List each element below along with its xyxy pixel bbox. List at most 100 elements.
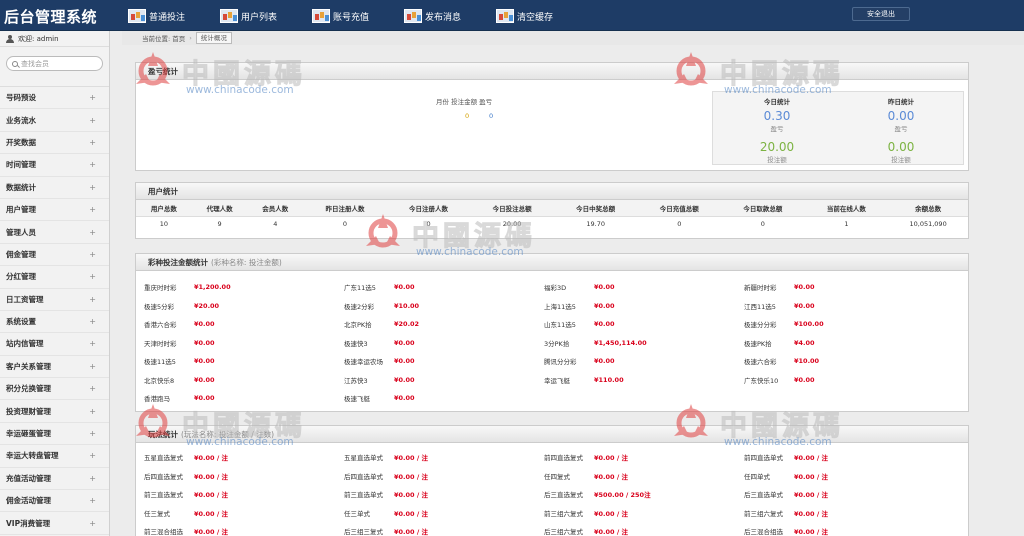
nav-users[interactable]: 用户列表 <box>220 5 277 27</box>
stat-name: 前四直选单式 <box>744 454 783 463</box>
sidebar-item[interactable]: 客户关系管理 + <box>0 356 109 379</box>
logout-button[interactable]: 安全退出 <box>852 7 910 21</box>
stat-name: 后三混合组选 <box>744 528 783 536</box>
stat-value: ¥0.00 <box>594 283 615 292</box>
table-cell: 10,051,090 <box>909 220 947 229</box>
stat-item: 后三直选复式 ¥500.00 / 250注 <box>544 485 744 504</box>
yesterday-bet-label: 投注额 <box>891 156 911 164</box>
sidebar-item[interactable]: 投资理财管理 + <box>0 400 109 423</box>
stat-item: 前四直选单式 ¥0.00 / 注 <box>744 448 944 467</box>
stat-name: 幸运飞艇 <box>544 376 570 385</box>
user-stats-table: 用户总数 代理人数 会员人数 昨日注册人数 今日注册人数 今日投注总额 今日中奖总额 今日充值… <box>136 200 968 232</box>
sidebar-item-label: VIP消费管理 <box>6 518 51 528</box>
table-cell: 9 <box>217 220 222 229</box>
stat-item: 五星直选复式 ¥0.00 / 注 <box>144 448 344 467</box>
nav-clear-cache[interactable]: 清空缓存 <box>496 5 553 27</box>
stat-item: 天津时时彩 ¥0.00 <box>144 334 344 353</box>
sidebar-item[interactable]: 管理人员 + <box>0 221 109 244</box>
stat-name: 后三组六复式 <box>544 528 583 536</box>
sidebar-item[interactable]: 日工资管理 + <box>0 289 109 311</box>
sidebar-item-label: 分红管理 <box>6 272 36 282</box>
stat-item: 任三单式 ¥0.00 / 注 <box>344 504 544 523</box>
column-header: 今日取款总额 <box>721 200 805 217</box>
expand-icon: + <box>89 182 96 192</box>
stat-value: ¥0.00 <box>794 301 815 310</box>
sidebar-item[interactable]: 分红管理 + <box>0 266 109 289</box>
sidebar-item[interactable]: 系统设置 + <box>0 311 109 334</box>
top-bar: 后台管理系统 普通投注 用户列表 账号充值 发布消息 清空缓存 安全退出 <box>0 0 1024 31</box>
stat-item: 香港跑马 ¥0.00 <box>144 389 344 408</box>
stat-value: ¥20.00 <box>194 301 220 310</box>
expand-icon: + <box>89 384 96 394</box>
stat-value: ¥0.00 <box>394 394 415 403</box>
stat-name: 山东11选5 <box>544 321 576 330</box>
stat-name: 北京快乐8 <box>144 376 175 385</box>
lottery-stats-panel: 彩种投注金额统计 (彩种名称: 投注金额) 重庆时时彩 ¥1,200.00 广东11选… <box>135 253 969 412</box>
stat-name: 腾讯分分彩 <box>544 358 577 367</box>
stat-value: ¥500.00 / 250注 <box>594 491 651 500</box>
sidebar-item[interactable]: 号码预设 + <box>0 87 109 110</box>
sidebar-item-label: 时间管理 <box>6 160 36 170</box>
stat-name: 后三直选单式 <box>744 491 783 500</box>
expand-icon: + <box>89 317 96 327</box>
stat-item: 广东快乐10 ¥0.00 <box>744 371 944 390</box>
sidebar-item[interactable]: 开奖数据 + <box>0 132 109 155</box>
stat-value: ¥0.00 <box>794 283 815 292</box>
sidebar-item[interactable]: 时间管理 + <box>0 154 109 177</box>
nav-recharge[interactable]: 账号充值 <box>312 5 369 27</box>
stat-item: 香港六合彩 ¥0.00 <box>144 315 344 334</box>
stat-item: 上海11选5 ¥0.00 <box>544 297 744 316</box>
sidebar-item[interactable]: 用户管理 + <box>0 199 109 222</box>
sidebar-item[interactable]: 幸运大转盘管理 + <box>0 445 109 468</box>
stat-value: ¥0.00 / 注 <box>594 472 628 481</box>
stat-value: ¥0.00 <box>194 375 215 384</box>
stat-value: ¥0.00 / 注 <box>194 509 228 518</box>
panel-title: 玩法统计 (玩法名称: 投注金额 / 注数) <box>136 426 968 443</box>
table-cell: 0 <box>426 220 431 229</box>
sidebar-item-label: 投资理财管理 <box>6 406 51 416</box>
stat-value: ¥0.00 / 注 <box>394 509 428 518</box>
stat-name: 极速六合彩 <box>744 358 777 367</box>
stat-value: ¥0.00 / 注 <box>194 454 228 463</box>
sidebar-item[interactable]: 充值活动管理 + <box>0 468 109 491</box>
stat-item: 北京PK拾 ¥20.02 <box>344 315 544 334</box>
stat-item: 新疆时时彩 ¥0.00 <box>744 278 944 297</box>
expand-icon: + <box>89 160 96 170</box>
stat-name: 极速分分彩 <box>744 321 777 330</box>
sidebar-item[interactable]: 佣金管理 + <box>0 244 109 267</box>
expand-icon: + <box>89 429 96 439</box>
expand-icon: + <box>89 294 96 304</box>
nav-bet[interactable]: 普通投注 <box>128 5 185 27</box>
yesterday-profit: 0.00 <box>887 109 915 123</box>
sidebar-item[interactable]: 幸运砸蛋管理 + <box>0 423 109 446</box>
table-cell: 19.70 <box>586 220 605 229</box>
stat-name: 香港六合彩 <box>144 321 177 330</box>
column-header: 今日充值总额 <box>637 200 722 217</box>
sidebar-item-label: 系统设置 <box>6 317 36 327</box>
stat-name: 极速PK拾 <box>744 339 772 348</box>
sidebar-item[interactable]: 业务流水 + <box>0 109 109 132</box>
sidebar-item[interactable]: 数据统计 + <box>0 177 109 199</box>
stat-item: 五星直选单式 ¥0.00 / 注 <box>344 448 544 467</box>
sidebar-item[interactable]: VIP消费管理 + <box>0 512 109 535</box>
stat-name: 极速11选5 <box>144 358 176 367</box>
stat-item: 极速5分彩 ¥20.00 <box>144 297 344 316</box>
sidebar-item[interactable]: 积分兑换管理 + <box>0 378 109 401</box>
stat-item: 3分PK拾 ¥1,450,114.00 <box>544 334 744 353</box>
stat-value: ¥0.00 / 注 <box>394 528 428 536</box>
stat-name: 五星直选复式 <box>144 454 183 463</box>
search-input[interactable]: 查找会员 <box>6 56 103 71</box>
nav-message[interactable]: 发布消息 <box>404 5 461 27</box>
panel-title-text: 彩种投注金额统计 <box>148 258 208 267</box>
stat-name: 后三组三复式 <box>344 528 383 536</box>
sidebar-item[interactable]: 站内信管理 + <box>0 333 109 356</box>
today-profit-label: 盈亏 <box>770 125 784 133</box>
sidebar-item[interactable]: 佣金活动管理 + <box>0 490 109 513</box>
stat-name: 香港跑马 <box>144 395 170 404</box>
chart-icon <box>312 9 330 23</box>
stat-value: ¥0.00 <box>394 283 415 292</box>
stat-name: 任四复式 <box>544 472 570 481</box>
breadcrumb-home[interactable]: 首页 <box>172 33 185 43</box>
chart-legend: 月份 投注金额 盈亏 <box>436 98 493 106</box>
stat-item: 任四单式 ¥0.00 / 注 <box>744 467 944 486</box>
